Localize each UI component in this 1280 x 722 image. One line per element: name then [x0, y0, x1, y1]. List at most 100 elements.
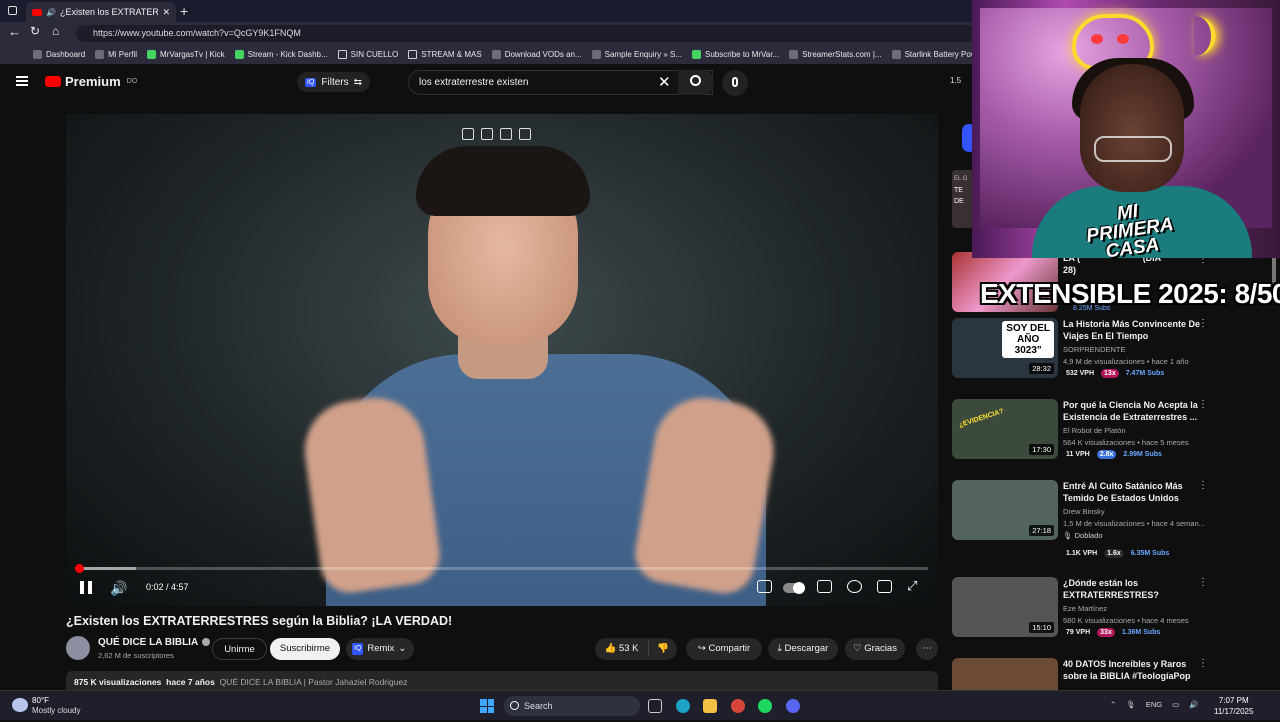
reload-icon[interactable]: ↻: [30, 24, 40, 38]
more-icon[interactable]: ⋮: [1198, 318, 1208, 329]
channel-avatar[interactable]: [66, 636, 90, 660]
volume-icon[interactable]: 🔊: [110, 580, 127, 597]
progress-bar[interactable]: [76, 567, 928, 570]
thumb-caption-line1: SOY DEL: [1006, 323, 1050, 334]
share-button[interactable]: ↪ Compartir: [686, 638, 762, 660]
network-icon[interactable]: ▭: [1172, 700, 1179, 709]
related-video-title[interactable]: La Historia Más Convincente De Viajes En…: [1063, 318, 1203, 342]
task-view-icon[interactable]: [648, 699, 662, 713]
bookmark-item[interactable]: Stream - Kick Dashb...: [234, 49, 328, 59]
volume-tray-icon[interactable]: 🔊: [1189, 700, 1198, 709]
related-video-channel[interactable]: Eze Martínez: [1063, 604, 1107, 613]
weather-cloud-icon[interactable]: [12, 698, 28, 712]
join-button[interactable]: Unirme: [212, 638, 267, 660]
bookmark-item[interactable]: Download VODs an...: [491, 49, 582, 59]
settings-gear-icon[interactable]: [847, 580, 862, 593]
video-player[interactable]: 🔊 0:02 / 4:57 ⤢: [66, 114, 938, 606]
related-video-title[interactable]: Entré Al Culto Satánico Más Temido De Es…: [1063, 480, 1203, 504]
taskbar-search-label: Search: [524, 701, 553, 711]
bookmark-item[interactable]: STREAM & MAS: [408, 49, 482, 59]
edge-icon[interactable]: [676, 699, 690, 713]
search-button[interactable]: [678, 70, 714, 95]
tab-switcher-icon[interactable]: [8, 6, 17, 15]
screenshot-icon[interactable]: [462, 128, 474, 140]
bookmark-icon: [789, 49, 799, 59]
related-video-item[interactable]: 15:10 ¿Dónde están los EXTRATERRESTRES? Ez…: [952, 577, 1212, 641]
more-icon[interactable]: ⋮: [1198, 577, 1208, 588]
bookmark-item[interactable]: MrVargasTv | Kick: [147, 49, 225, 59]
related-video-channel[interactable]: El Robot de Platón: [1063, 426, 1126, 435]
multiplier-badge: 1.6x: [1104, 549, 1124, 558]
video-thumbnail[interactable]: SOY DEL AÑO 3023" 28:32: [952, 318, 1058, 378]
fullscreen-icon[interactable]: ⤢: [907, 578, 917, 594]
youtube-premium-logo[interactable]: Premium DO: [45, 74, 137, 89]
subs-badge: 1.36M Subs: [1121, 629, 1161, 636]
subtitles-icon[interactable]: [817, 580, 832, 593]
menu-icon[interactable]: [16, 76, 28, 86]
translate-icon[interactable]: [519, 128, 531, 140]
loop-icon[interactable]: [481, 128, 493, 140]
iq-player-icon[interactable]: [757, 580, 772, 593]
dislike-button[interactable]: 👎: [649, 641, 677, 657]
discord-icon[interactable]: [786, 699, 800, 713]
sidebar-partial-thumbnail[interactable]: EL G TE DE: [952, 170, 974, 228]
related-video-item[interactable]: 27:18 Entré Al Culto Satánico Más Temido …: [952, 480, 1212, 558]
thumb-caption: ¿EVIDENCIA?: [958, 407, 1005, 430]
related-video-item[interactable]: SOY DEL AÑO 3023" 28:32 La Historia Más Conv…: [952, 318, 1212, 382]
remix-button[interactable]: IQ Remix ⌄: [346, 638, 414, 660]
transcript-icon[interactable]: [500, 128, 512, 140]
chevron-up-icon[interactable]: ⌃: [1110, 700, 1116, 709]
browser-tab-youtube[interactable]: 🔊 ¿Existen los EXTRATERRESTRES ✕: [26, 2, 176, 22]
related-video-title[interactable]: ¿Dónde están los EXTRATERRESTRES?: [1063, 577, 1203, 601]
voice-search-button[interactable]: [722, 70, 748, 96]
iq-extension-icon: IQ: [305, 77, 317, 87]
video-thumbnail[interactable]: ¿EVIDENCIA? 17:30: [952, 399, 1058, 459]
language-indicator[interactable]: ENG: [1146, 700, 1162, 709]
filters-button[interactable]: IQ Filters ⇆: [297, 72, 371, 92]
video-thumbnail[interactable]: 15:10: [952, 577, 1058, 637]
home-icon[interactable]: ⌂: [52, 24, 59, 38]
back-icon[interactable]: ←: [8, 24, 21, 39]
thanks-button[interactable]: ♡ Gracias: [845, 638, 905, 660]
theater-mode-icon[interactable]: [877, 580, 892, 593]
more-icon[interactable]: ⋮: [1198, 658, 1208, 669]
related-video-channel[interactable]: Drew Binsky: [1063, 507, 1105, 516]
related-video-title[interactable]: Por qué la Ciencia No Acepta la Existenc…: [1063, 399, 1203, 423]
bookmark-item[interactable]: Dashboard: [33, 49, 85, 59]
windows-start-icon[interactable]: [480, 699, 494, 713]
clear-search-icon[interactable]: ✕: [658, 73, 671, 91]
related-video-item[interactable]: ¿EVIDENCIA? 17:30 Por qué la Ciencia No Ac…: [952, 399, 1212, 463]
pause-icon[interactable]: [80, 581, 92, 594]
clock[interactable]: 7:07 PM 11/17/2025: [1214, 695, 1253, 717]
more-actions-button[interactable]: ⋯: [916, 638, 938, 660]
video-thumbnail[interactable]: 27:18: [952, 480, 1058, 540]
progress-buffer: [76, 567, 136, 570]
microphone-tray-icon[interactable]: 🎙: [1126, 700, 1136, 709]
progress-scrubber[interactable]: [75, 564, 84, 573]
speaker-icon[interactable]: 🔊: [46, 8, 56, 17]
bookmark-item[interactable]: Mi Perfil: [95, 49, 137, 59]
related-video-title[interactable]: 40 DATOS Increíbles y Raros sobre la BIB…: [1063, 658, 1203, 682]
new-tab-button[interactable]: +: [180, 3, 188, 19]
taskbar-search[interactable]: Search: [504, 696, 640, 716]
bookmark-label: Stream - Kick Dashb...: [247, 49, 328, 59]
bookmark-item[interactable]: Sample Enquiry » S...: [591, 49, 682, 59]
like-button[interactable]: 👍 53 K: [595, 641, 649, 657]
channel-name[interactable]: QUÉ DICE LA BIBLIA: [98, 637, 211, 648]
close-tab-icon[interactable]: ✕: [162, 7, 170, 18]
bookmark-item[interactable]: StreamerStats.com |...: [789, 49, 882, 59]
download-button[interactable]: ⤓ Descargar: [768, 638, 838, 660]
autoplay-toggle[interactable]: [783, 582, 805, 594]
more-icon[interactable]: ⋮: [1198, 399, 1208, 410]
more-icon[interactable]: ⋮: [1198, 480, 1208, 491]
file-explorer-icon[interactable]: [703, 699, 717, 713]
bookmark-item[interactable]: SIN CUELLO: [337, 49, 398, 59]
url-field[interactable]: https://www.youtube.com/watch?v=QcGY9K1F…: [76, 25, 976, 42]
bookmark-item[interactable]: Subscribe to MrVar...: [692, 49, 779, 59]
related-video-channel[interactable]: SORPRENDENTE: [1063, 345, 1126, 354]
bookmark-item[interactable]: Starlink Battery Pow...: [891, 49, 983, 59]
multiplier-badge: 13x: [1101, 369, 1119, 378]
spotify-icon[interactable]: [758, 699, 772, 713]
chrome-icon[interactable]: [731, 699, 745, 713]
subscribe-button[interactable]: Suscribirme: [270, 638, 340, 660]
